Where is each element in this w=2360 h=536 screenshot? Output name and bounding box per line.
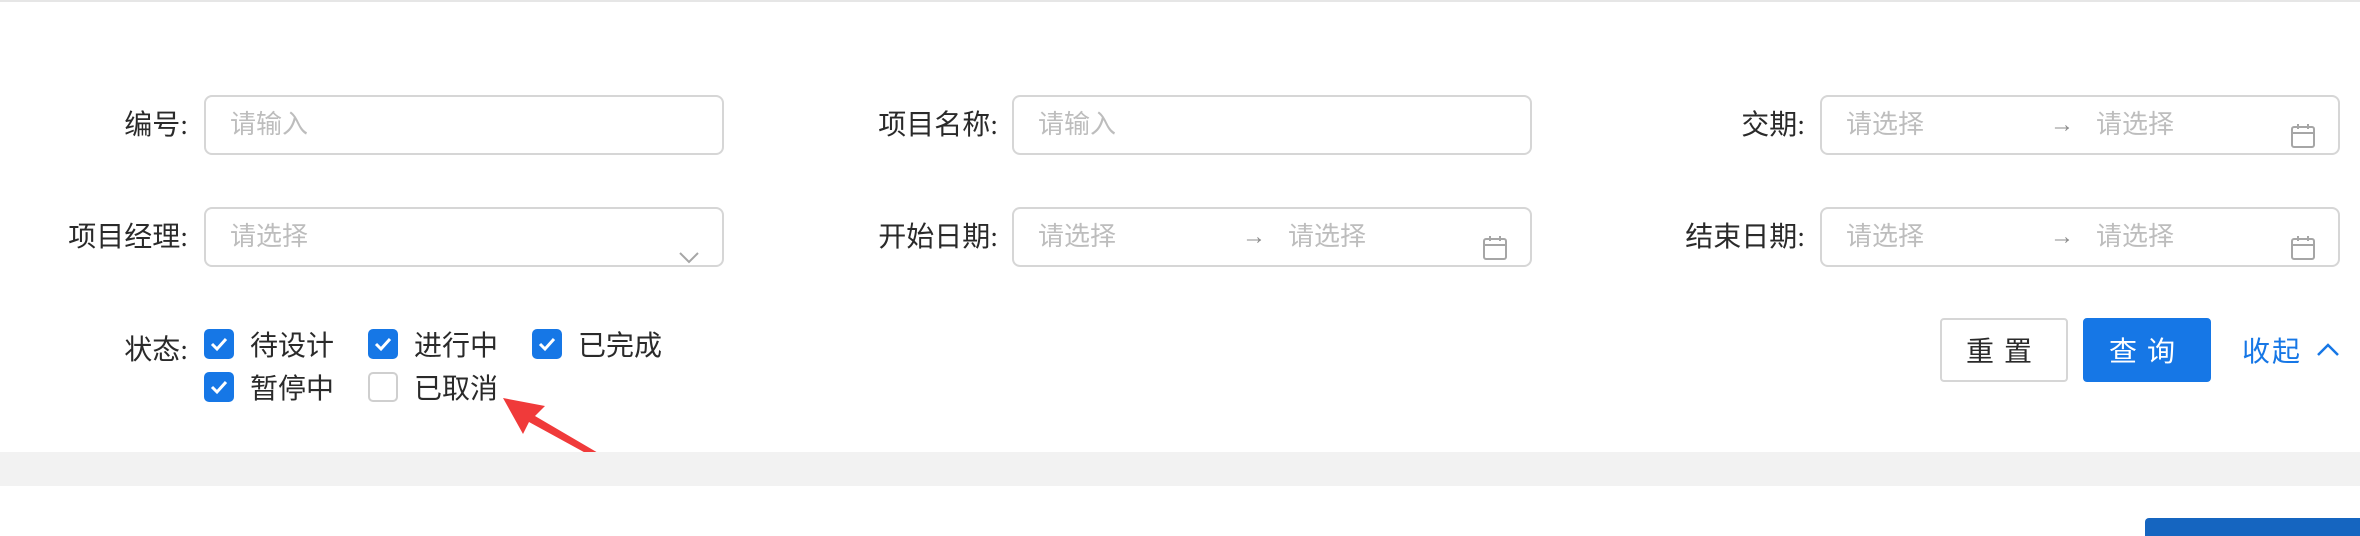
calendar-icon — [2290, 113, 2316, 169]
end-date-end-placeholder[interactable]: 请选择 — [2096, 209, 2174, 265]
range-arrow-icon: → — [1242, 224, 1266, 250]
checkbox-checked[interactable] — [368, 329, 398, 359]
project-name-input[interactable]: 请输入 — [1012, 95, 1532, 155]
manager-placeholder: 请选择 — [230, 222, 309, 251]
query-button[interactable]: 查询 — [2083, 318, 2211, 382]
collapse-toggle[interactable]: 收起 — [2242, 330, 2340, 370]
status-option-label: 待设计 — [250, 331, 335, 362]
section-divider — [0, 452, 2360, 486]
status-option-label: 进行中 — [414, 331, 499, 362]
checkbox-checked[interactable] — [532, 329, 562, 359]
manager-select[interactable]: 请选择 — [204, 207, 724, 267]
end-date-label: 结束日期: — [1685, 222, 1805, 253]
chevron-up-icon — [2316, 342, 2340, 358]
checkbox-unchecked[interactable] — [368, 372, 398, 402]
status-option-label: 已完成 — [578, 331, 663, 362]
project-name-label: 项目名称: — [878, 110, 998, 141]
status-option-paused[interactable]: 暂停中 — [204, 367, 334, 407]
range-arrow-icon: → — [2050, 224, 2074, 250]
checkbox-checked[interactable] — [204, 329, 234, 359]
range-arrow-icon: → — [2050, 112, 2074, 138]
start-date-label: 开始日期: — [878, 222, 998, 253]
check-icon — [210, 380, 228, 395]
end-date-range-picker[interactable]: 请选择 → 请选择 — [1820, 207, 2340, 267]
collapse-label: 收起 — [2242, 337, 2303, 368]
top-divider — [0, 0, 2360, 2]
end-date-start-placeholder[interactable]: 请选择 — [1846, 209, 1924, 265]
checkbox-checked[interactable] — [204, 372, 234, 402]
calendar-icon — [1482, 225, 1508, 281]
status-label: 状态: — [124, 335, 188, 366]
status-option-pending-design[interactable]: 待设计 — [204, 324, 334, 364]
delivery-start-placeholder[interactable]: 请选择 — [1846, 97, 1924, 153]
status-option-in-progress[interactable]: 进行中 — [368, 324, 498, 364]
status-option-completed[interactable]: 已完成 — [532, 324, 662, 364]
status-option-label: 暂停中 — [250, 374, 335, 405]
status-option-label: 已取消 — [414, 374, 499, 405]
status-option-cancelled[interactable]: 已取消 — [368, 367, 498, 407]
check-icon — [210, 337, 228, 352]
start-date-range-picker[interactable]: 请选择 → 请选择 — [1012, 207, 1532, 267]
partial-primary-button[interactable] — [2145, 518, 2360, 536]
code-label: 编号: — [124, 110, 188, 141]
delivery-label: 交期: — [1741, 110, 1805, 141]
delivery-end-placeholder[interactable]: 请选择 — [2096, 97, 2174, 153]
reset-button[interactable]: 重置 — [1940, 318, 2068, 382]
calendar-icon — [2290, 225, 2316, 281]
check-icon — [538, 337, 556, 352]
check-icon — [374, 337, 392, 352]
project-name-placeholder: 请输入 — [1038, 110, 1117, 139]
manager-label: 项目经理: — [68, 222, 188, 253]
start-date-end-placeholder[interactable]: 请选择 — [1288, 209, 1366, 265]
code-input[interactable]: 请输入 — [204, 95, 724, 155]
chevron-down-icon — [678, 229, 700, 285]
delivery-range-picker[interactable]: 请选择 → 请选择 — [1820, 95, 2340, 155]
start-date-start-placeholder[interactable]: 请选择 — [1038, 209, 1116, 265]
code-placeholder: 请输入 — [230, 110, 309, 139]
